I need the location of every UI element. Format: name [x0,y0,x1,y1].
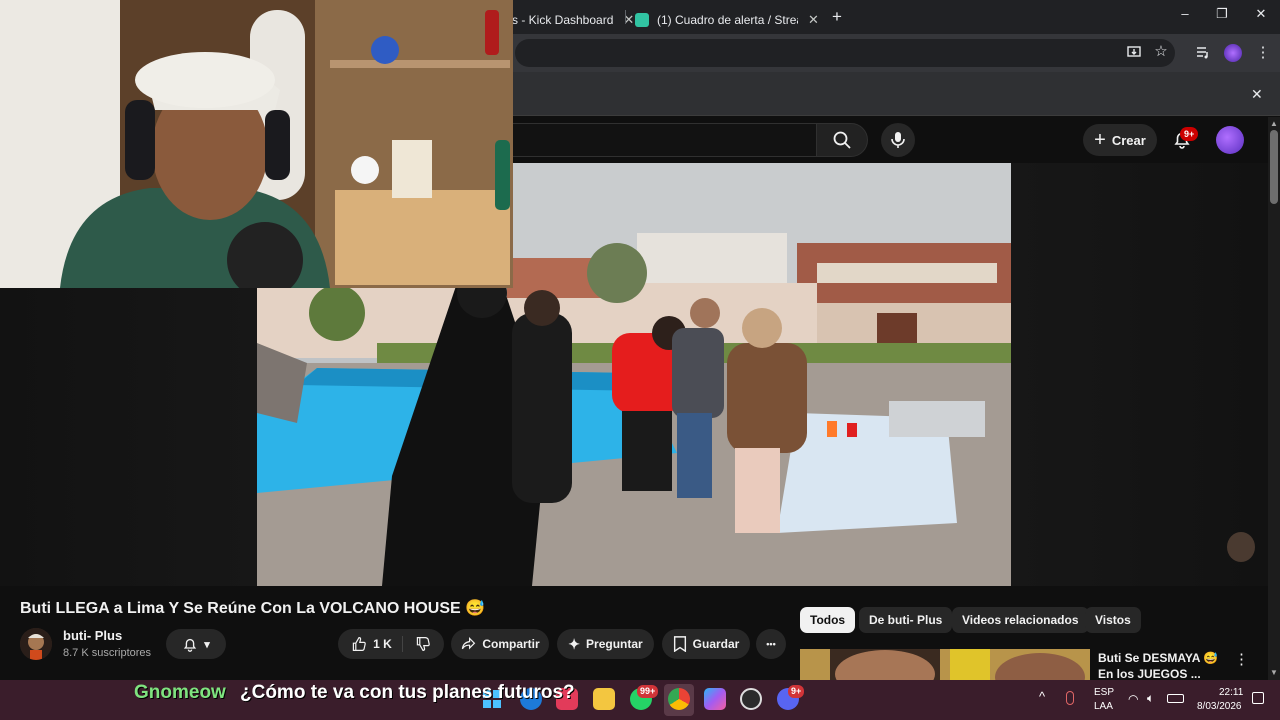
chat-message: ¿Cómo te va con tus planes futuros? [240,682,575,703]
scroll-down-arrow-icon[interactable]: ▼ [1270,668,1278,677]
chrome-menu-icon[interactable]: ⋮ [1252,43,1274,61]
volume-icon[interactable]: 🔈︎ [1147,691,1154,706]
account-avatar[interactable] [1216,126,1244,154]
tab-divider [625,10,626,24]
search-input[interactable] [512,123,816,157]
like-button[interactable]: 1 K [351,636,403,652]
keyboard-indicator[interactable]: LAA [1094,701,1113,712]
save-button[interactable]: Guardar [662,629,750,659]
streamer-webcam [0,0,513,288]
like-count: 1 K [373,637,392,651]
share-button[interactable]: Compartir [451,629,549,659]
scroll-up-arrow-icon[interactable]: ▲ [1270,119,1278,128]
ask-button[interactable]: ✦ Preguntar [557,629,654,659]
bell-icon [184,638,197,652]
recommendation-title[interactable]: Buti Se DESMAYA 😅 En los JUEGOS ... [1098,650,1228,682]
discord-badge: 9+ [788,685,805,698]
create-label: Crear [1111,132,1146,148]
minimize-button[interactable]: – [1175,6,1195,21]
chip-watched[interactable]: Vistos [1085,607,1141,633]
microphone-icon [891,132,905,148]
share-icon [462,636,476,650]
scrollbar-thumb[interactable] [1270,130,1278,204]
thumbs-up-icon [352,636,366,651]
create-button[interactable]: + Crear [1083,124,1157,156]
install-app-icon[interactable] [1123,44,1145,64]
obs-icon[interactable] [740,688,762,710]
plus-icon: + [1094,129,1106,151]
clock-date[interactable]: 8/03/2026 [1197,701,1242,712]
save-label: Guardar [692,637,740,651]
wifi-icon[interactable]: ◠ [1128,692,1138,706]
bookmark-star-icon[interactable]: ☆ [1150,42,1172,60]
tab-title: s - Kick Dashboard [512,12,614,27]
language-indicator[interactable]: ESP [1094,687,1114,698]
channel-avatar[interactable] [20,628,52,660]
video-title: Buti LLEGA a Lima Y Se Reúne Con La VOLC… [20,600,486,617]
close-window-button[interactable]: ✕ [1251,6,1271,22]
chat-username: Gnomeow [134,682,226,703]
notification-center-icon[interactable] [1252,692,1264,704]
copilot-icon[interactable] [704,688,726,710]
like-dislike-group: 1 K [338,629,444,659]
search-button[interactable] [816,123,868,157]
webcam-image [0,0,513,288]
tab-streamlabs-alert[interactable]: (1) Cuadro de alerta / Streamlab ✕ [635,5,819,34]
clock-time[interactable]: 22:11 [1219,687,1243,698]
maximize-button[interactable]: ❐ [1212,6,1232,22]
notifications-badge: 9+ [1180,127,1199,141]
search-icon [833,131,851,149]
whatsapp-badge: 99+ [637,685,659,698]
chip-related[interactable]: Videos relacionados [952,607,1089,633]
infobar-close-icon[interactable]: ✕ [1251,86,1263,103]
recommendation-menu-icon[interactable]: ⋮ [1234,650,1249,668]
voice-search-button[interactable] [881,123,915,157]
close-icon[interactable]: ✕ [808,12,819,28]
tab-kick-dashboard[interactable]: s - Kick Dashboard ✕ [512,5,634,34]
sparkle-icon: ✦ [568,635,581,652]
media-controls-icon[interactable] [1192,44,1214,64]
channel-name[interactable]: buti- Plus [63,628,122,643]
chrome-icon[interactable] [668,688,690,710]
chip-channel[interactable]: De buti- Plus [859,607,953,633]
recommendation-thumbnail[interactable] [800,649,1090,680]
more-actions-button[interactable]: ••• [756,629,786,659]
subscriber-count: 8.7 K suscriptores [63,647,152,659]
microphone-icon[interactable] [1066,691,1074,705]
tray-chevron-icon[interactable]: ^ [1039,689,1045,704]
profile-avatar[interactable] [1224,44,1242,62]
ask-label: Preguntar [586,637,643,651]
floating-avatar-icon [1227,532,1255,562]
address-bar[interactable] [515,39,1175,67]
file-explorer-icon[interactable] [593,688,615,710]
thumbs-down-icon [416,637,430,652]
tab-title: (1) Cuadro de alerta / Streamlab [657,12,798,27]
chip-todos[interactable]: Todos [800,607,856,633]
dislike-button[interactable] [409,636,431,652]
battery-icon[interactable] [1167,694,1184,703]
subscription-bell-button[interactable]: ▾ [166,629,226,659]
bookmark-icon [673,636,686,652]
chevron-down-icon: ▾ [204,638,210,651]
share-label: Compartir [482,637,540,651]
new-tab-button[interactable]: + [832,7,842,27]
streamlabs-icon [635,12,649,27]
